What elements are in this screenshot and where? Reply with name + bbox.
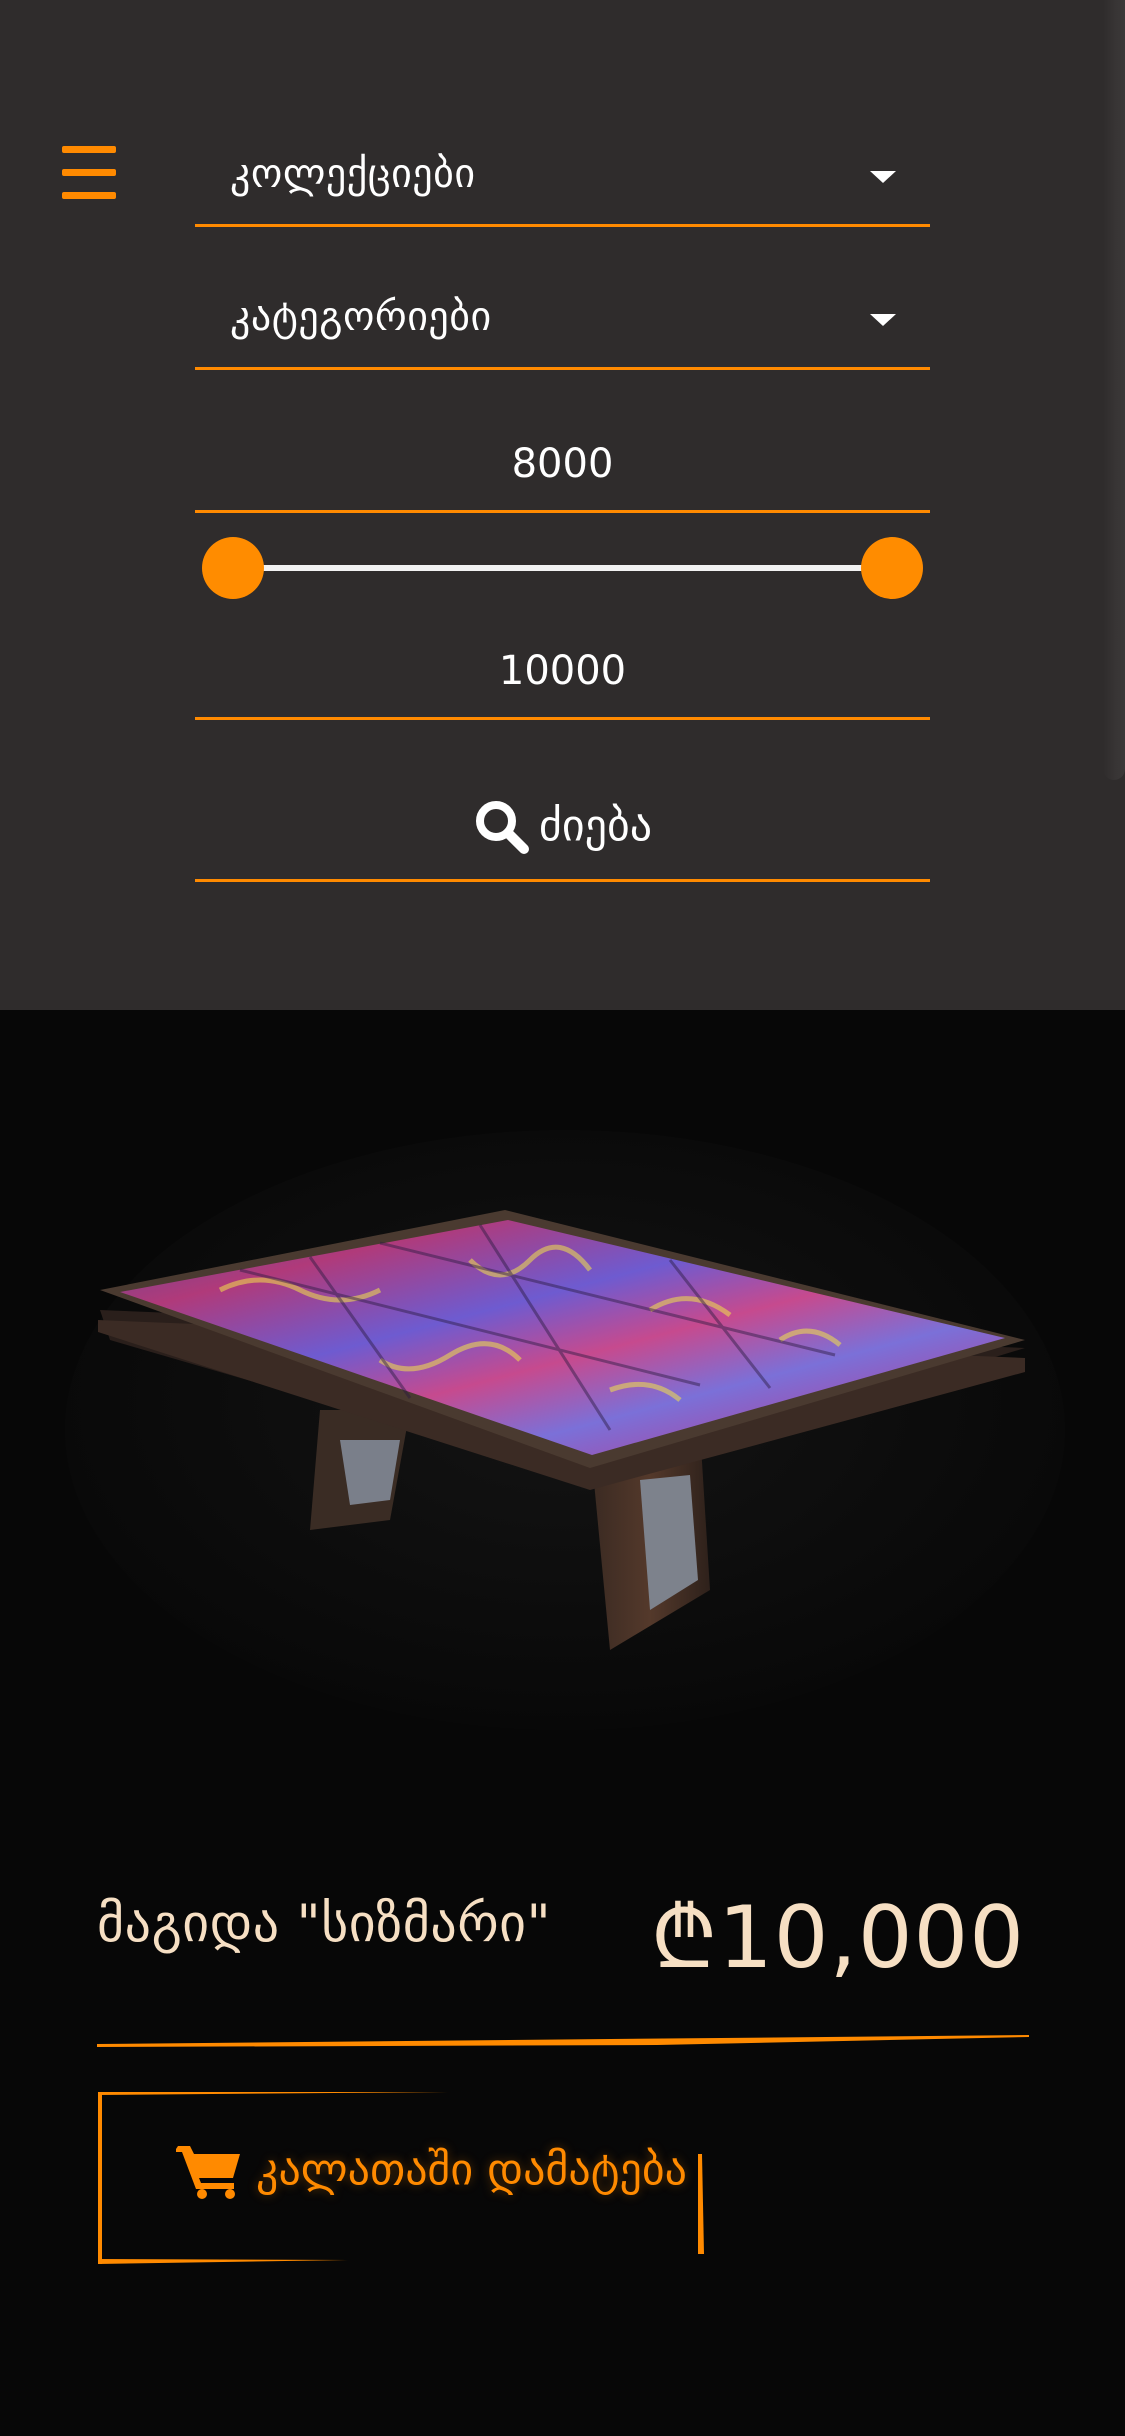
search-icon [475,801,529,854]
price-max-value[interactable]: 10000 [195,648,930,694]
caret-down-icon [870,314,896,326]
categories-dropdown[interactable]: კატეგორიები [195,270,930,370]
filter-panel: კოლექციები კატეგორიები 8000 10000 ძიება [0,0,1125,1010]
price-range-slider[interactable] [202,536,923,600]
slider-min-handle[interactable] [202,537,264,599]
slider-track [232,565,893,571]
hamburger-menu-icon[interactable] [62,142,116,204]
add-to-cart-label: კალათაში დამატება [256,2144,687,2196]
price-max-field[interactable]: 10000 [195,620,930,720]
cart-icon [174,2146,240,2199]
price-min-value[interactable]: 8000 [195,441,930,487]
slider-max-handle[interactable] [861,537,923,599]
product-price: ₾10,000 [650,1888,1025,1988]
product-name: მაგიდა "სიზმარი" [97,1894,551,1954]
scrollbar[interactable] [1103,0,1125,780]
search-button[interactable]: ძიება [195,780,930,882]
search-label: ძიება [538,800,653,852]
add-to-cart-button[interactable]: კალათაში დამატება [98,2092,708,2264]
divider [97,2035,1029,2047]
caret-down-icon [870,171,896,183]
collections-label: კოლექციები [230,151,476,197]
categories-label: კატეგორიები [230,294,492,340]
price-min-field[interactable]: 8000 [195,413,930,513]
mosaic-table-image[interactable] [50,1110,1080,1750]
collections-dropdown[interactable]: კოლექციები [195,127,930,227]
